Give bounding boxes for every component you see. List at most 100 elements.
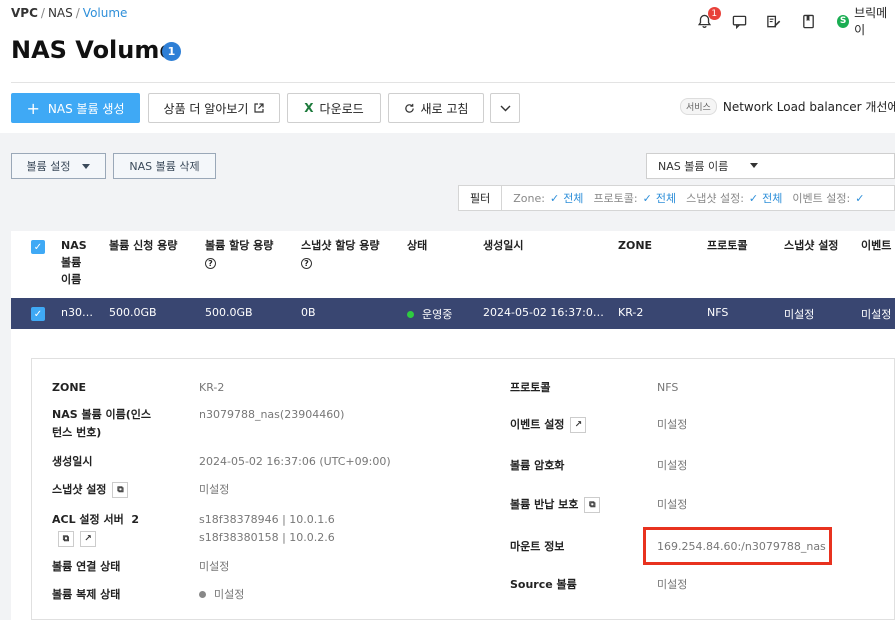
select-all-checkbox[interactable]: ✓	[31, 240, 45, 254]
copy-icon[interactable]: ⧉	[58, 531, 74, 547]
edit-note-icon[interactable]	[766, 12, 783, 30]
breadcrumb-volume[interactable]: Volume	[83, 6, 128, 20]
check-icon: ✓	[642, 191, 652, 205]
notice-text: Network Load balancer 개선에 따	[722, 100, 895, 114]
detail-event-value: 미설정	[657, 418, 688, 431]
bell-icon[interactable]: 1	[696, 7, 721, 30]
col-header-snapshot-size[interactable]: 스냅샷 할당 용량?	[301, 237, 380, 271]
breadcrumb-nas[interactable]: NAS	[48, 6, 73, 20]
filter-protocol-key: 프로토콜:	[593, 192, 638, 205]
detail-name-label: NAS 볼륨 이름(인스 턴스 번호)	[52, 408, 152, 439]
external-link-icon[interactable]: ↗	[80, 531, 96, 547]
detail-acl-label: ACL 설정 서버 2	[52, 511, 139, 529]
detail-return-protection-label: 볼륨 반납 보호 ⧉	[510, 496, 601, 514]
page-title: NAS Volume	[11, 36, 176, 64]
detail-snapshot-label-text: 스냅샷 설정	[52, 483, 107, 496]
cell-zone: KR-2	[618, 306, 644, 319]
cell-status: 운영중	[407, 306, 452, 322]
filter-label: 필터	[459, 186, 503, 210]
external-link-icon[interactable]: ↗	[570, 417, 587, 433]
excel-icon: X	[304, 101, 314, 115]
detail-acl-server-1: s18f38378946 | 10.0.1.6	[199, 513, 335, 526]
external-link-icon	[254, 103, 265, 113]
col-header-snapshot-setting[interactable]: 스냅샷 설정	[784, 237, 838, 254]
detail-protocol-label: 프로토콜	[510, 381, 551, 394]
search-field-label: NAS 볼륨 이름	[658, 160, 729, 173]
col-header-allocated-size[interactable]: 볼륨 할당 용량?	[205, 237, 273, 271]
col-header-requested-size[interactable]: 볼륨 신청 용량	[109, 237, 177, 254]
refresh-label: 새로 고침	[420, 101, 469, 116]
chevron-down-icon	[500, 105, 511, 112]
book-icon[interactable]	[800, 12, 817, 30]
caret-down-icon	[750, 163, 758, 168]
filter-bar: 필터 Zone: ✓ 전체 프로토콜: ✓ 전체 스냅샷 설정: ✓ 전체 이벤트 설정: ✓	[458, 185, 895, 211]
col-header-event[interactable]: 이벤트	[861, 237, 891, 254]
detail-acl-count: 2	[131, 513, 140, 526]
download-button[interactable]: X 다운로드	[287, 93, 381, 123]
detail-event-label: 이벤트 설정 ↗	[510, 416, 587, 434]
detail-name-value: n3079788_nas(23904460)	[199, 408, 345, 421]
breadcrumb: VPC / NAS / Volume	[11, 6, 127, 20]
detail-encryption-value: 미설정	[657, 459, 688, 472]
detail-acl-server-2: s18f38380158 | 10.0.2.6	[199, 531, 335, 544]
detail-encryption-label: 볼륨 암호화	[510, 459, 565, 472]
user-name: 브릭메이	[854, 6, 888, 37]
user-menu[interactable]: S 브릭메이	[837, 4, 895, 38]
detail-snapshot-label: 스냅샷 설정 ⧉	[52, 481, 129, 499]
detail-created-label: 생성일시	[52, 455, 93, 468]
create-volume-label: NAS 볼륨 생성	[47, 101, 125, 116]
info-count-badge[interactable]: 1	[162, 42, 181, 61]
cell-requested-size: 500.0GB	[109, 306, 157, 319]
status-dot	[199, 591, 206, 598]
delete-volume-label: NAS 볼륨 삭제	[129, 160, 200, 173]
refresh-icon	[404, 103, 415, 114]
breadcrumb-vpc[interactable]: VPC	[11, 6, 38, 20]
table-row[interactable]: ✓ n30… 500.0GB 500.0GB 0B 운영중 2024-05-02…	[11, 298, 895, 329]
detail-event-label-text: 이벤트 설정	[510, 418, 565, 431]
service-notice[interactable]: 서비스 Network Load balancer 개선에 따	[680, 98, 895, 115]
row-checkbox[interactable]: ✓	[31, 307, 45, 321]
notice-tag: 서비스	[680, 98, 717, 115]
chat-icon[interactable]	[731, 12, 748, 30]
detail-zone-label: ZONE	[52, 381, 87, 394]
detail-return-protection-label-text: 볼륨 반납 보호	[510, 498, 579, 511]
plus-icon: +	[26, 98, 40, 118]
col-header-snapshot-size-label: 스냅샷 할당 용량	[301, 239, 380, 252]
cell-name: n30…	[61, 306, 93, 319]
breadcrumb-separator: /	[40, 6, 45, 20]
check-icon: ✓	[855, 191, 865, 205]
create-volume-button[interactable]: + NAS 볼륨 생성	[11, 93, 140, 123]
col-header-status[interactable]: 상태	[407, 237, 427, 254]
caret-down-icon	[82, 163, 91, 169]
filter-snapshot-value[interactable]: 전체	[762, 190, 782, 206]
copy-icon[interactable]: ⧉	[112, 482, 129, 498]
cell-status-label: 운영중	[422, 308, 453, 321]
search-input[interactable]	[770, 153, 895, 179]
col-header-created[interactable]: 생성일시	[483, 237, 523, 254]
filter-zone-key: Zone:	[513, 191, 545, 205]
help-icon[interactable]: ?	[301, 258, 312, 269]
detail-connection-label: 볼륨 연결 상태	[52, 560, 121, 573]
help-icon[interactable]: ?	[205, 258, 216, 269]
detail-created-value: 2024-05-02 16:37:06 (UTC+09:00)	[199, 455, 391, 468]
top-icons: 1 S 브릭메이	[696, 4, 895, 38]
col-header-protocol[interactable]: 프로토콜	[707, 237, 747, 254]
refresh-button[interactable]: 새로 고침	[388, 93, 484, 123]
volume-settings-label: 볼륨 설정	[26, 160, 71, 173]
copy-icon[interactable]: ⧉	[584, 497, 601, 513]
cell-snapshot-setting: 미설정	[784, 308, 815, 321]
notification-badge: 1	[707, 7, 721, 20]
filter-zone-value[interactable]: 전체	[563, 190, 583, 206]
col-header-zone[interactable]: ZONE	[618, 237, 652, 254]
cell-event: 미설정	[861, 308, 892, 321]
search-field-select[interactable]: NAS 볼륨 이름	[646, 153, 771, 179]
detail-source-label: Source 볼륨	[510, 578, 577, 591]
col-header-name[interactable]: NAS 볼륨 이름	[61, 237, 87, 288]
delete-volume-button[interactable]: NAS 볼륨 삭제	[113, 153, 216, 179]
learn-more-button[interactable]: 상품 더 알아보기	[148, 93, 280, 123]
filter-protocol-value[interactable]: 전체	[656, 190, 676, 206]
volume-settings-dropdown[interactable]: 볼륨 설정	[11, 153, 106, 179]
detail-replication-value: 미설정	[199, 586, 244, 604]
more-dropdown-button[interactable]	[490, 93, 520, 123]
detail-acl-actions: ⧉ ↗	[52, 530, 96, 548]
